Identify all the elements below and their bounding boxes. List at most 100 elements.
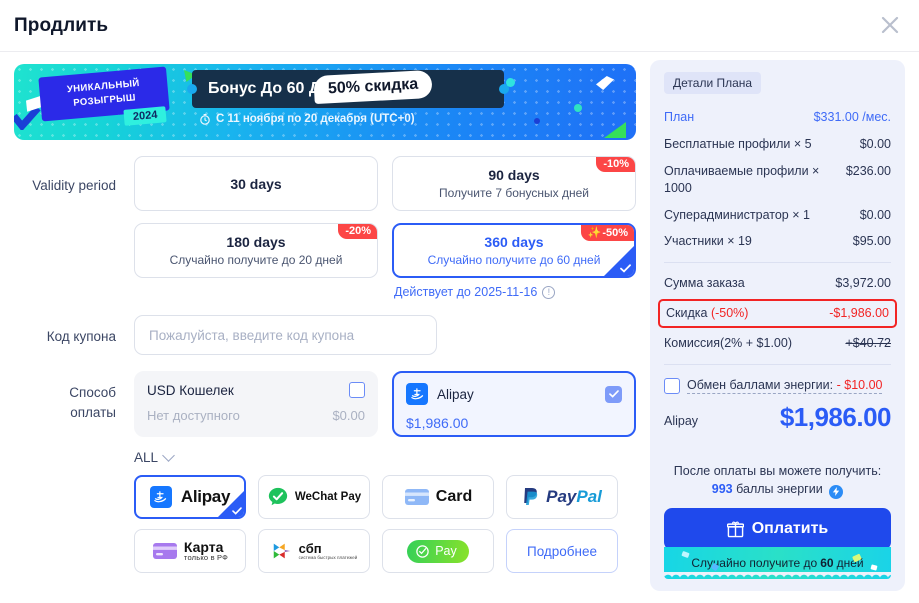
validity-option-180[interactable]: -20% 180 days Случайно получите до 20 дн…: [134, 223, 378, 278]
method-card[interactable]: Card: [382, 475, 494, 519]
summary-value: $95.00: [852, 234, 891, 249]
method-sublabel: только в РФ: [183, 553, 229, 563]
method-label: Подробнее: [526, 543, 597, 559]
right-column: Детали Плана План $331.00 /мес. Бесплатн…: [650, 52, 919, 603]
energy-exchange-checkbox[interactable]: [664, 377, 680, 394]
confetti-piece: [681, 550, 690, 559]
payment-card-usd-wallet[interactable]: USD Кошелек Нет доступного $0.00: [134, 371, 378, 437]
summary-key: План: [664, 110, 695, 124]
total-row: Alipay $1,986.00: [664, 401, 892, 433]
total-method: Alipay: [664, 413, 699, 428]
wallet-checkbox[interactable]: [349, 382, 365, 398]
method-label: PayPal: [546, 487, 602, 506]
validity-option-title: 180 days: [226, 234, 286, 250]
validity-option-360[interactable]: ✨-50% 360 days Случайно получите до 60 д…: [392, 223, 636, 278]
payment-filter-label: ALL: [134, 450, 159, 465]
method-more[interactable]: Подробнее: [506, 529, 618, 573]
coupon-input[interactable]: [134, 315, 437, 355]
coupon-label: Код купона: [46, 329, 116, 344]
method-label-wrap: сбп система быстрых платежей: [299, 542, 358, 560]
validity-option-90[interactable]: -10% 90 days Получите 7 бонусных дней: [392, 156, 636, 211]
left-column: УНИКАЛЬНЫЙ РОЗЫГРЫШ 2024 Бонус До 60 Дне…: [0, 52, 650, 603]
panel-footer: После оплаты вы можете получить: 993 бал…: [664, 462, 891, 579]
total-amount: $1,986.00: [779, 401, 892, 432]
summary-key: Участники × 19: [664, 234, 752, 249]
summary-key: Суперадминистратор × 1: [664, 207, 810, 222]
validity-option-sub: Получите 7 бонусных дней: [439, 186, 589, 200]
after-pay-points: 993: [711, 482, 733, 497]
sparkle-icon: ✨: [587, 227, 602, 239]
credit-card-icon: [404, 489, 429, 505]
summary-value: $0.00: [859, 136, 891, 151]
promo-banner[interactable]: УНИКАЛЬНЫЙ РОЗЫГРЫШ 2024 Бонус До 60 Дне…: [14, 64, 636, 140]
banner-period-text: С 11 ноября по 20 декабря (UTC+0): [216, 113, 415, 125]
selected-check-icon: [604, 246, 634, 276]
method-label: Alipay: [180, 487, 231, 506]
energy-bolt-icon: [829, 484, 844, 499]
close-icon[interactable]: [875, 10, 905, 40]
wallet-card-bottom: Нет доступного $0.00: [147, 408, 365, 423]
method-mir-pay[interactable]: Pay: [382, 529, 494, 573]
validity-option-sub: Случайно получите до 20 дней: [169, 253, 343, 267]
validity-option-badge: ✨-50%: [580, 225, 634, 241]
payment-method-label: Способ оплаты: [14, 371, 134, 573]
payment-method-label-line1: Способ: [69, 385, 116, 400]
validity-period-label: Validity period: [32, 178, 116, 193]
wallet-status: Нет доступного: [147, 408, 240, 423]
payment-filter-all[interactable]: ALL: [134, 449, 636, 465]
payment-method-row: Способ оплаты USD Кошелек Нет доступного: [14, 371, 636, 573]
validity-period-fields: 30 days -10% 90 days Получите 7 бонусных…: [134, 156, 636, 299]
bonus-strip: Случайно получите до 60 дней: [664, 547, 891, 579]
method-wechat-pay[interactable]: WeChat Pay: [258, 475, 370, 519]
method-alipay[interactable]: Alipay: [134, 475, 246, 519]
validity-option-badge-text: -50%: [602, 227, 628, 239]
after-pay-note: После оплаты вы можете получить: 993 бал…: [664, 462, 891, 500]
confetti-piece: [870, 564, 878, 571]
stopwatch-icon: [200, 113, 210, 125]
info-icon[interactable]: !: [542, 285, 556, 299]
summary-line-commission: Комиссия(2% + $1.00) +$40.72: [664, 330, 891, 357]
payment-card-alipay[interactable]: Alipay $1,986.00: [392, 371, 636, 437]
summary-key: Скидка (-50%): [666, 305, 821, 322]
pay-button-label: Оплатить: [751, 520, 829, 537]
alipay-checkbox[interactable]: [605, 385, 622, 403]
method-karta-ru[interactable]: Карта только в РФ: [134, 529, 246, 573]
after-pay-points-label: баллы энергии: [736, 482, 823, 497]
after-pay-line2: 993 баллы энергии: [664, 480, 891, 499]
discount-label: Скидка: [666, 306, 708, 321]
plan-details-tag: Детали Плана: [664, 72, 762, 94]
after-pay-line1: После оплаты вы можете получить:: [673, 463, 882, 478]
summary-key: Сумма заказа: [664, 276, 745, 291]
energy-exchange-value: - $10.00: [836, 377, 883, 392]
summary-line-order-total: Сумма заказа $3,972.00: [664, 270, 891, 297]
banner-period: С 11 ноября по 20 декабря (UTC+0): [199, 113, 415, 125]
valid-until-text: Действует до 2025-11-16: [394, 285, 538, 299]
pay-button[interactable]: Оплатить: [664, 508, 891, 550]
summary-line-discount: Скидка (-50%) -$1,986.00: [658, 299, 897, 328]
coupon-row: Код купона: [14, 315, 636, 355]
alipay-amount: $1,986.00: [406, 415, 469, 431]
paypal-icon: [524, 488, 538, 505]
method-paypal[interactable]: PayPal: [506, 475, 618, 519]
method-sbp[interactable]: сбп система быстрых платежей: [258, 529, 370, 573]
method-label: Карта: [183, 538, 224, 555]
validity-option-title: 30 days: [230, 175, 282, 192]
summary-value: $0.00: [859, 207, 891, 222]
energy-exchange-row[interactable]: Обмен баллами энергии: - $10.00: [664, 372, 891, 396]
sbp-icon: [273, 543, 290, 559]
method-label-wrap: Карта только в РФ: [184, 540, 228, 563]
bonus-strip-days: 60: [820, 556, 834, 570]
wallet-name: USD Кошелек: [147, 382, 234, 398]
summary-line-plan: План $331.00 /мес.: [664, 104, 891, 131]
validity-period-row: Validity period 30 days -10% 90 days Пол…: [14, 156, 636, 299]
method-label: WeChat Pay: [294, 491, 362, 503]
payment-method-fields: USD Кошелек Нет доступного $0.00 Alipay …: [134, 371, 636, 573]
plan-summary-panel: Детали Плана План $331.00 /мес. Бесплатн…: [650, 60, 905, 591]
summary-value: $3,972.00: [835, 276, 891, 291]
validity-option-title: 90 days: [488, 167, 540, 183]
validity-option-title: 360 days: [484, 234, 544, 250]
validity-option-30[interactable]: 30 days: [134, 156, 378, 211]
summary-key: Оплачиваемые профили × 1000: [664, 163, 820, 195]
valid-until: Действует до 2025-11-16 !: [394, 285, 636, 299]
summary-value: $236.00: [845, 163, 891, 178]
